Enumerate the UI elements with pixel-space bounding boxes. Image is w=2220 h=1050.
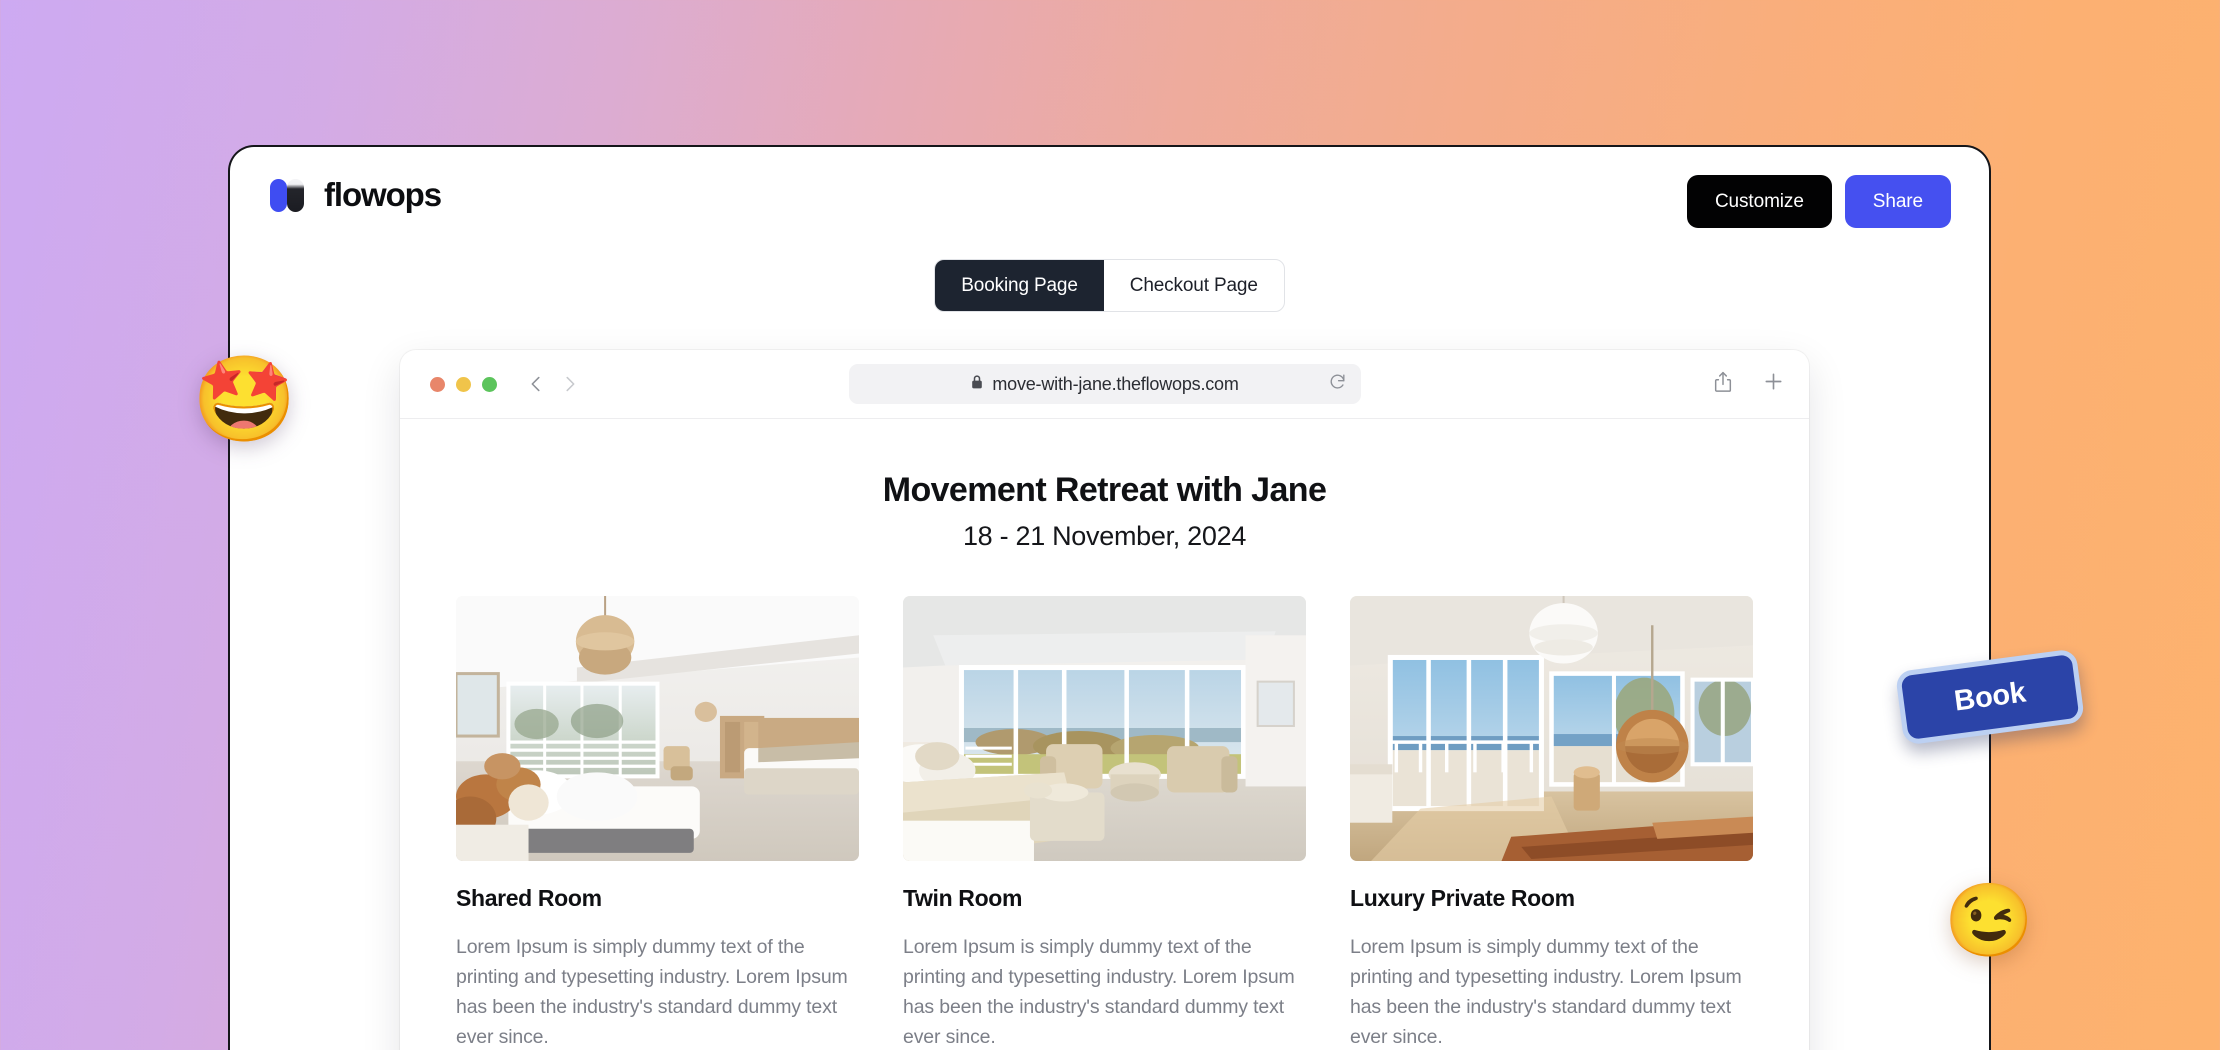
room-card[interactable]: Luxury Private Room Lorem Ipsum is simpl… — [1350, 596, 1753, 1050]
back-chevron-left-icon[interactable] — [523, 371, 549, 397]
room-grid: Shared Room Lorem Ipsum is simply dummy … — [456, 596, 1753, 1050]
room-name: Twin Room — [903, 885, 1023, 911]
logo-pill-dark — [287, 179, 304, 212]
minimize-window-icon[interactable] — [456, 376, 471, 392]
room-card[interactable]: Shared Room Lorem Ipsum is simply dummy … — [456, 596, 859, 1050]
app-window: flowops Customize Share Booking Page Che… — [228, 145, 1991, 1050]
logo-pill-blue — [270, 179, 287, 212]
tab-group: Booking Page Checkout Page — [934, 259, 1285, 312]
browser-chrome: move-with-jane.theflowops.com — [400, 350, 1809, 419]
traffic-lights — [430, 376, 497, 392]
browser-preview-window: move-with-jane.theflowops.com Movement R… — [400, 350, 1809, 1050]
page-tabs: Booking Page Checkout Page — [230, 259, 1989, 312]
tab-booking-page[interactable]: Booking Page — [935, 260, 1104, 311]
lock-icon — [970, 374, 984, 395]
forward-chevron-right-icon[interactable] — [557, 371, 583, 397]
maximize-window-icon[interactable] — [482, 376, 497, 392]
topbar-actions: Customize Share — [1686, 175, 1951, 228]
room-description: Lorem Ipsum is simply dummy text of the … — [456, 936, 848, 1048]
url-bar[interactable]: move-with-jane.theflowops.com — [848, 364, 1361, 404]
share-button[interactable]: Share — [1844, 175, 1951, 228]
url-text: move-with-jane.theflowops.com — [992, 373, 1239, 394]
browser-nav-arrows — [523, 371, 583, 397]
customize-button[interactable]: Customize — [1686, 175, 1832, 228]
browser-chrome-actions — [1712, 370, 1785, 399]
room-photo-luxury-private-room — [1350, 596, 1753, 861]
star-struck-emoji-sticker: 🤩 — [192, 352, 297, 446]
room-card[interactable]: Twin Room Lorem Ipsum is simply dummy te… — [903, 596, 1306, 1050]
brand[interactable]: flowops — [270, 175, 442, 215]
reload-icon[interactable] — [1328, 372, 1347, 396]
room-description: Lorem Ipsum is simply dummy text of the … — [903, 936, 1295, 1048]
tab-checkout-page[interactable]: Checkout Page — [1104, 260, 1284, 311]
close-window-icon[interactable] — [430, 376, 445, 392]
room-description: Lorem Ipsum is simply dummy text of the … — [1350, 936, 1742, 1048]
plus-icon[interactable] — [1762, 370, 1785, 398]
room-photo-shared-room — [456, 596, 859, 861]
app-topbar: flowops Customize Share — [230, 147, 1989, 255]
book-button-label: Book — [1952, 675, 2028, 718]
page-title: Movement Retreat with Jane — [882, 471, 1327, 509]
page-dates: 18 - 21 November, 2024 — [962, 521, 1247, 551]
winking-face-emoji-sticker: 😉 — [1944, 881, 2034, 961]
brand-name: flowops — [324, 176, 442, 213]
share-upload-icon[interactable] — [1712, 370, 1734, 399]
room-name: Shared Room — [456, 885, 602, 911]
room-photo-twin-room — [903, 596, 1306, 861]
flowops-logo-icon — [270, 175, 310, 215]
site-content: Movement Retreat with Jane 18 - 21 Novem… — [400, 419, 1809, 1050]
room-name: Luxury Private Room — [1350, 885, 1575, 911]
